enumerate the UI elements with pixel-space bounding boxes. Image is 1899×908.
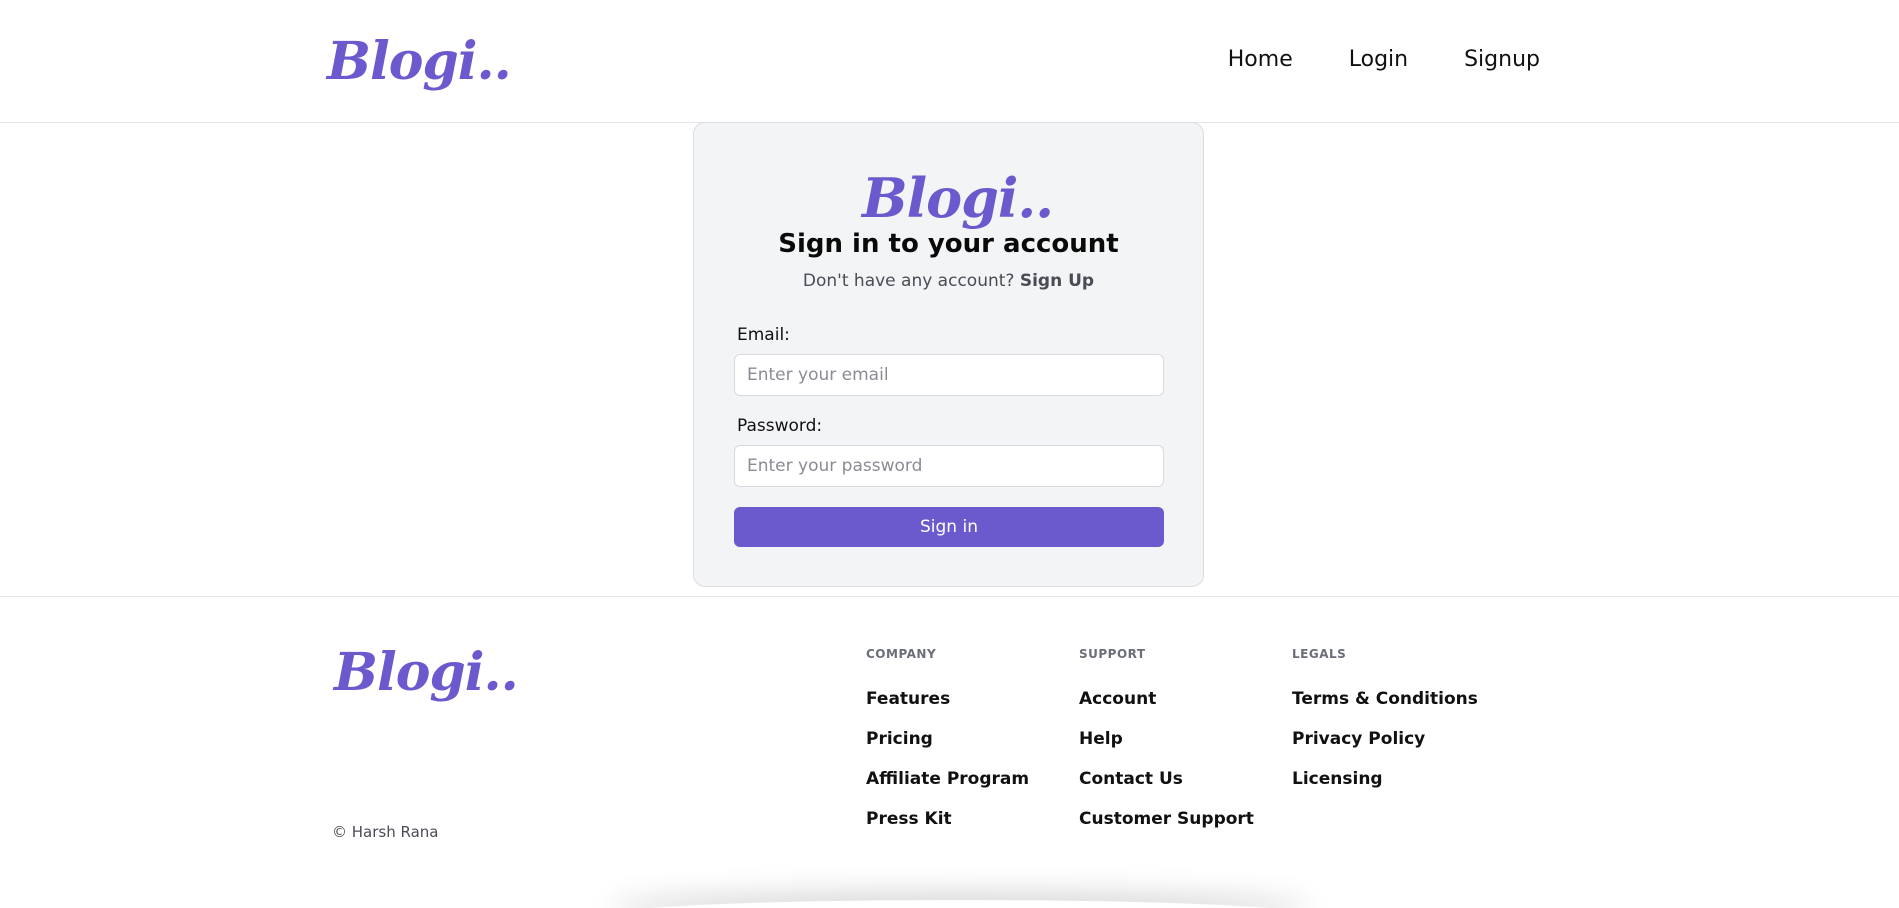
footer-heading: SUPPORT <box>1079 647 1146 661</box>
password-label: Password: <box>737 416 823 436</box>
footer-column-company: COMPANY Features Pricing Affiliate Progr… <box>866 647 1029 849</box>
footer-heading: COMPANY <box>866 647 937 661</box>
nav-login-link[interactable]: Login <box>1349 47 1408 72</box>
footer-link-contact-us[interactable]: Contact Us <box>1079 769 1254 809</box>
footer-link-account[interactable]: Account <box>1079 689 1254 729</box>
footer-heading: LEGALS <box>1292 647 1347 661</box>
footer-link-help[interactable]: Help <box>1079 729 1254 769</box>
card-logo: Blogi.. <box>861 166 1054 230</box>
footer-column-support: SUPPORT Account Help Contact Us Customer… <box>1079 647 1254 849</box>
footer-link-customer-support[interactable]: Customer Support <box>1079 809 1254 849</box>
signin-card: Blogi.. Sign in to your account Don't ha… <box>693 122 1204 587</box>
footer-link-licensing[interactable]: Licensing <box>1292 769 1478 809</box>
footer-column-legals: LEGALS Terms & Conditions Privacy Policy… <box>1292 647 1478 809</box>
password-field[interactable] <box>734 445 1164 487</box>
copyright-text: © Harsh Rana <box>332 823 439 841</box>
footer-link-features[interactable]: Features <box>866 689 1029 729</box>
nav-signup-link[interactable]: Signup <box>1464 47 1540 72</box>
footer-logo[interactable]: Blogi.. <box>334 647 519 699</box>
main-nav: Home Login Signup <box>1228 47 1540 72</box>
signin-title: Sign in to your account <box>778 229 1119 259</box>
footer: Blogi.. © Harsh Rana COMPANY Features Pr… <box>0 596 1899 908</box>
footer-link-affiliate-program[interactable]: Affiliate Program <box>866 769 1029 809</box>
signup-prompt-text: Don't have any account? <box>802 271 1015 291</box>
email-label: Email: <box>737 325 790 345</box>
footer-link-privacy-policy[interactable]: Privacy Policy <box>1292 729 1478 769</box>
signup-prompt: Don't have any account? Sign Up <box>694 271 1203 291</box>
footer-link-pricing[interactable]: Pricing <box>866 729 1029 769</box>
nav-home-link[interactable]: Home <box>1228 47 1293 72</box>
signin-button[interactable]: Sign in <box>734 507 1164 547</box>
footer-link-terms[interactable]: Terms & Conditions <box>1292 689 1478 729</box>
signup-link[interactable]: Sign Up <box>1020 271 1094 291</box>
footer-link-press-kit[interactable]: Press Kit <box>866 809 1029 849</box>
header-logo[interactable]: Blogi.. <box>327 36 512 88</box>
page: Blogi.. Home Login Signup Blogi.. Sign i… <box>0 0 1899 908</box>
top-navbar: Blogi.. Home Login Signup <box>0 0 1899 123</box>
email-field[interactable] <box>734 354 1164 396</box>
